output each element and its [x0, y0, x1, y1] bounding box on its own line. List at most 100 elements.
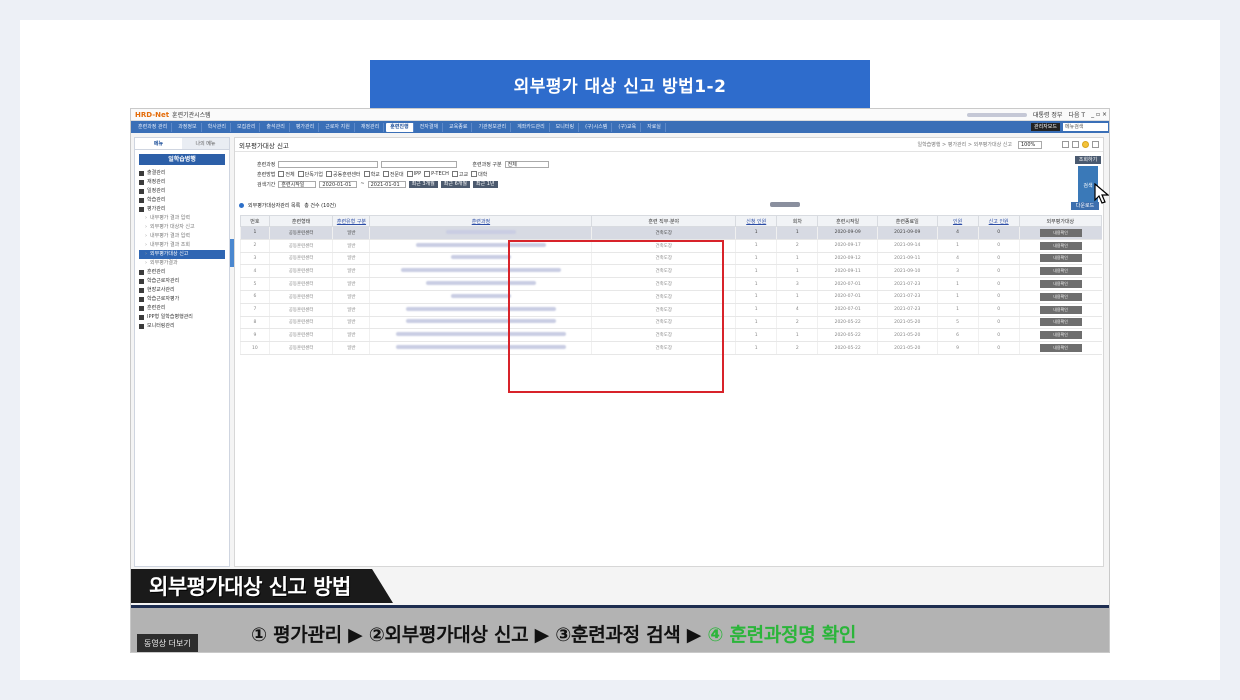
detail-button[interactable]: 내용확인	[1039, 254, 1082, 263]
nav-item[interactable]: 근로자 지원	[321, 122, 355, 132]
method-checkbox[interactable]: 공동훈련센터	[326, 171, 361, 178]
detail-button[interactable]: 내용확인	[1039, 280, 1082, 289]
nav-item[interactable]: 모집관리	[233, 122, 261, 132]
nav-item[interactable]: 훈련과정 관리	[134, 122, 173, 132]
quick-1y-button[interactable]: 최근 1년	[472, 180, 498, 188]
detail-button[interactable]: 내용확인	[1039, 241, 1082, 250]
topbar-link[interactable]: 다음 T	[1068, 110, 1085, 119]
sidebar-item[interactable]: 학습관리	[139, 196, 225, 205]
topbar-label[interactable]: 대통령 정부	[1033, 110, 1063, 119]
nav-item[interactable]: (구)교육	[614, 122, 642, 132]
sidebar-item[interactable]: 훈련관리	[139, 304, 225, 313]
nav-item[interactable]: 모니터링	[552, 122, 580, 132]
zoom-select[interactable]: 100%	[1018, 140, 1042, 149]
cell-apply: 1	[735, 328, 777, 343]
type-select[interactable]: 전체	[504, 160, 549, 168]
sidebar-item[interactable]: 학습근로자평가	[139, 295, 225, 304]
nav-item[interactable]: 훈련진행	[386, 122, 414, 132]
date-from-input[interactable]: 2020-01-01	[319, 180, 358, 188]
cell-no: 3	[240, 252, 270, 266]
nav-item[interactable]: 과정정보	[174, 122, 202, 132]
action-cell: 내용확인	[1018, 303, 1102, 317]
cell-people: 1	[936, 290, 979, 304]
banner-title: 외부평가 대상 신고 방법1-2	[370, 60, 870, 108]
cell-round: 1	[776, 328, 818, 343]
sidebar-item-label: 모니터링관리	[147, 323, 175, 329]
list-count: 총 건수 (10건)	[304, 203, 337, 209]
sidebar-item[interactable]: 출결관리	[139, 169, 225, 178]
detail-button[interactable]: 내용확인	[1039, 331, 1082, 340]
detail-button[interactable]: 내용확인	[1039, 228, 1082, 237]
copy-icon[interactable]	[1092, 141, 1099, 148]
steps-caption: ① 평가관리 ▶ ②외부평가대상 신고 ▶ ③훈련과정 검색 ▶ ④ 훈련과정명…	[251, 620, 856, 647]
detail-button[interactable]: 내용확인	[1039, 305, 1082, 314]
sidebar-subitem[interactable]: 외부평가대상 신고	[139, 250, 225, 259]
detail-button[interactable]: 내용확인	[1039, 344, 1082, 353]
nav-item[interactable]: 출석관리	[262, 122, 290, 132]
nav-item[interactable]: 재정관리	[357, 122, 385, 132]
sidebar-item[interactable]: 학습근로자관리	[139, 277, 225, 286]
window-controls-icon[interactable]: _ ▫ ×	[1091, 111, 1107, 118]
tab-my-menu[interactable]: 나의 메뉴	[182, 138, 229, 150]
nav-item[interactable]: 자료실	[643, 122, 666, 132]
tab-menu[interactable]: 메뉴	[135, 138, 182, 150]
sidebar-item[interactable]: 모니터링관리	[139, 322, 225, 331]
method-checkbox[interactable]: 전체	[278, 171, 294, 178]
sidebar-subitem[interactable]: 외부평가결과	[139, 259, 225, 268]
main-nav: 훈련과정 관리 과정정보 학사관리 모집관리 출석관리 평가관리 근로자 지원 재정관리 훈련진…	[131, 121, 1109, 133]
sidebar-item[interactable]: 평가관리	[139, 205, 225, 214]
sidebar-item[interactable]: 훈련관리	[139, 268, 225, 277]
nav-item[interactable]: 기관정보관리	[474, 122, 512, 132]
nav-item[interactable]: 학사관리	[204, 122, 232, 132]
column-header[interactable]: 훈련유형 구분	[332, 215, 371, 227]
sidebar-subitem[interactable]: 내부평가 결과 조회	[139, 241, 225, 250]
sidebar-subitem[interactable]: 외부평가 대상자 신고	[139, 223, 225, 232]
column-header[interactable]: 훈련과정	[369, 215, 593, 227]
cell-no: 8	[240, 316, 270, 330]
column-header[interactable]: 신청 인원	[735, 215, 778, 227]
quick-6m-button[interactable]: 최근 6개월	[440, 180, 470, 188]
nav-item[interactable]: 교육종료	[445, 122, 473, 132]
method-checkbox[interactable]: 단독기업	[298, 171, 323, 178]
method-checkbox[interactable]: P-TECH	[424, 171, 449, 177]
admin-tag[interactable]: 관리자모드	[1030, 123, 1060, 131]
sidebar-item[interactable]: 재정관리	[139, 178, 225, 187]
method-checkbox[interactable]: 대학	[471, 171, 487, 178]
date-to-input[interactable]: 2021-01-01	[367, 180, 406, 188]
table-row[interactable]: 1 공동훈련센터 일반 건축도장 1 1 2020-09-09 2021-09-09 4 0 내용확…	[240, 226, 1102, 240]
detail-button[interactable]: 내용확인	[1039, 267, 1082, 276]
nav-item[interactable]: 전자결재	[416, 122, 444, 132]
detail-button[interactable]: 내용확인	[1039, 292, 1082, 301]
breadcrumb: 일학습병행 > 평가관리 > 외부평가대상 신고	[917, 142, 1012, 148]
nav-item[interactable]: 계좌카드관리	[513, 122, 550, 132]
sidebar-subitem[interactable]: 내부평가 결과 입력	[139, 214, 225, 223]
course-input[interactable]	[278, 160, 379, 168]
period-type-select[interactable]: 훈련시작일	[278, 180, 317, 188]
print-icon[interactable]	[1062, 141, 1069, 148]
nav-item[interactable]: (구)시스템	[581, 122, 613, 132]
detail-button[interactable]: 내용확인	[1039, 318, 1082, 327]
column-header[interactable]: 인원	[936, 215, 979, 227]
plus-box-icon	[139, 171, 144, 176]
sidebar-item[interactable]: 일정관리	[139, 187, 225, 196]
quick-3m-button[interactable]: 최근 3개월	[408, 180, 438, 188]
collapse-toggle[interactable]	[770, 202, 800, 207]
nav-item[interactable]: 평가관리	[292, 122, 320, 132]
sidebar-item[interactable]: 현장교사관리	[139, 286, 225, 295]
more-videos-button[interactable]: 동영상 더보기	[137, 634, 198, 652]
method-checkbox[interactable]: 학교	[364, 171, 380, 178]
column-header[interactable]: 신고 인원	[977, 215, 1020, 227]
help-icon[interactable]	[1072, 141, 1079, 148]
cell-kind: 일반	[332, 252, 370, 266]
method-checkbox[interactable]: 고교	[452, 171, 468, 178]
method-checkbox[interactable]: IPP	[407, 171, 422, 177]
menu-search-input[interactable]: 메뉴검색	[1063, 123, 1108, 131]
plus-box-icon	[139, 324, 144, 329]
bookmark-icon[interactable]	[1082, 141, 1089, 148]
course-select[interactable]	[381, 160, 458, 168]
cell-apply: 1	[735, 303, 777, 317]
method-checkbox[interactable]: 전문대	[383, 171, 404, 178]
sidebar-subitem[interactable]: 내부평가 결과 입력	[139, 232, 225, 241]
cell-type: 공동훈련센터	[268, 328, 333, 343]
sidebar-item[interactable]: IPP형 일학습병행관리	[139, 313, 225, 322]
